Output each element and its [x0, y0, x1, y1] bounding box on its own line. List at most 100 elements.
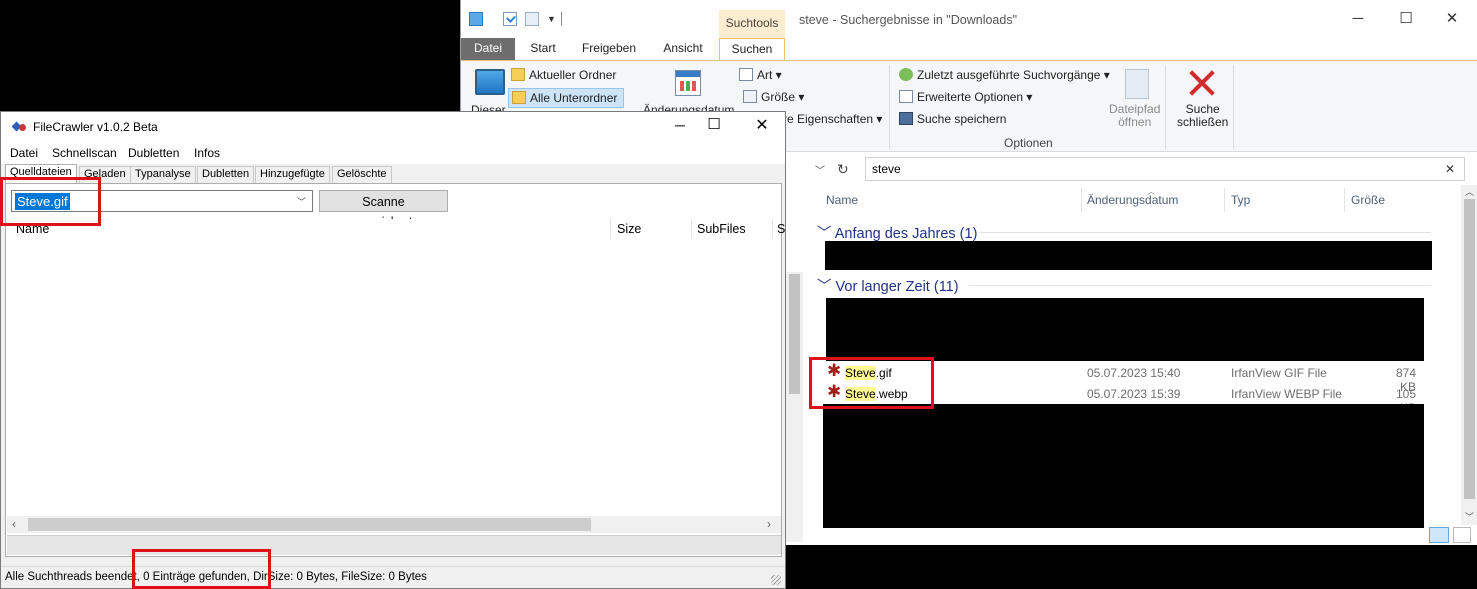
chevron-down-icon[interactable]: ﹀: [297, 195, 306, 208]
art-button[interactable]: Art ▾: [739, 68, 782, 82]
quick-access-dropdown-icon[interactable]: ▼: [547, 14, 556, 24]
open-file-location-icon: [1125, 69, 1149, 99]
large-icons-view-icon[interactable]: [1453, 527, 1471, 543]
maximize-button[interactable]: ☐: [1383, 8, 1429, 32]
scroll-right-icon[interactable]: ›: [767, 517, 771, 531]
column-header-size[interactable]: Size: [617, 222, 641, 236]
tab-geloeschte[interactable]: Gelöschte: [332, 166, 392, 183]
suche-speichern-label: Suche speichern: [917, 112, 1007, 126]
dateipfad-line2: öffnen: [1118, 115, 1152, 129]
scrollbar-thumb: [789, 274, 800, 394]
quelldateien-panel: Steve.gif ﹀ Scanne gespeicherte Name Siz…: [5, 183, 785, 557]
clear-search-icon[interactable]: ✕: [1445, 162, 1455, 176]
column-divider[interactable]: [772, 219, 773, 239]
alle-unterordner-button[interactable]: Alle Unterordner: [508, 88, 625, 108]
column-header-subfiles[interactable]: SubFiles: [697, 222, 746, 236]
column-divider[interactable]: [1081, 188, 1082, 212]
folder-icon: [511, 68, 525, 81]
annotation-box-files: [809, 357, 934, 409]
group-label: Vor langer Zeit (11): [835, 279, 959, 295]
background-scrollbar: [786, 272, 803, 542]
column-header-size[interactable]: Größe: [1351, 193, 1385, 207]
lower-panel-strip: [7, 535, 781, 555]
suche-schliessen-button[interactable]: Suche schließen: [1177, 103, 1228, 129]
new-folder-icon[interactable]: [525, 12, 539, 26]
filecrawler-app-icon: [13, 121, 27, 132]
erweiterte-optionen-button[interactable]: Erweiterte Optionen ▾: [899, 90, 1032, 104]
properties-icon[interactable]: [503, 12, 517, 26]
tab-suchen[interactable]: Suchen: [719, 38, 785, 61]
tab-datei[interactable]: Datei: [461, 38, 515, 60]
tab-freigeben[interactable]: Freigeben: [577, 38, 641, 60]
column-divider[interactable]: [1344, 188, 1345, 212]
tab-dubletten[interactable]: Dubletten: [197, 166, 255, 183]
alle-unterordner-label: Alle Unterordner: [530, 91, 618, 105]
suche-line2: schließen: [1177, 115, 1229, 129]
file-type: IrfanView GIF File: [1231, 366, 1327, 380]
suche-speichern-button[interactable]: Suche speichern: [899, 112, 1006, 126]
zuletzt-button[interactable]: Zuletzt ausgeführte Suchvorgänge ▾: [899, 68, 1110, 82]
zuletzt-label: Zuletzt ausgeführte Suchvorgänge: [917, 68, 1101, 82]
groesse-button[interactable]: Größe ▾: [743, 90, 804, 104]
tab-ansicht[interactable]: Ansicht: [657, 38, 709, 60]
explorer-titlebar: ▼ Suchtools steve - Suchergebnisse in "D…: [461, 0, 1477, 38]
close-search-icon[interactable]: [1188, 69, 1216, 97]
resize-grip-icon[interactable]: [771, 575, 781, 585]
maximize-button[interactable]: ☐: [699, 115, 729, 133]
tab-hinzugefuegte[interactable]: Hinzugefügte: [255, 166, 330, 183]
vertical-scrollbar[interactable]: ︿ ﹀: [1461, 185, 1477, 525]
folder-icon[interactable]: [469, 12, 483, 26]
tab-start[interactable]: Start: [519, 38, 567, 60]
group-header-vor-langer-zeit[interactable]: ﹀ Vor langer Zeit (11): [817, 275, 959, 296]
group-header-anfang[interactable]: ﹀ Anfang des Jahres (1): [817, 222, 977, 243]
groesse-label: Größe: [761, 90, 796, 104]
close-button[interactable]: ✕: [1429, 8, 1475, 32]
redacted-block: [825, 241, 1432, 270]
refresh-icon[interactable]: ↻: [837, 161, 849, 178]
column-divider[interactable]: [610, 219, 611, 239]
column-divider[interactable]: [1224, 188, 1225, 212]
menu-schnellscan[interactable]: Schnellscan: [52, 146, 117, 160]
details-view-icon[interactable]: [1429, 527, 1449, 543]
column-header-type[interactable]: Typ: [1231, 193, 1250, 207]
scrollbar-thumb[interactable]: [28, 518, 591, 531]
column-header-truncated[interactable]: S: [777, 222, 785, 236]
aktueller-ordner-button[interactable]: Aktueller Ordner: [511, 68, 616, 82]
search-input[interactable]: [865, 157, 1465, 181]
minimize-button[interactable]: ─: [1335, 8, 1381, 32]
ribbon-separator: [1165, 65, 1166, 149]
weitere-eigenschaften-button[interactable]: re Eigenschaften ▾: [783, 112, 882, 126]
dateipfad-oeffnen-button[interactable]: Dateipfad öffnen: [1109, 103, 1160, 129]
menubar: Datei Schnellscan Dubletten Infos: [1, 142, 785, 164]
recent-searches-icon: [899, 68, 913, 81]
computer-icon[interactable]: [475, 69, 505, 95]
redacted-block: [823, 404, 1424, 528]
horizontal-scrollbar[interactable]: ‹ ›: [7, 516, 781, 533]
minimize-button[interactable]: ─: [657, 117, 703, 133]
menu-datei[interactable]: Datei: [10, 146, 38, 160]
tab-typanalyse[interactable]: Typanalyse: [130, 166, 196, 183]
ribbon-tabs: Datei Start Freigeben Ansicht Suchen ︿ ?: [461, 38, 1477, 96]
column-divider[interactable]: [691, 219, 692, 239]
calendar-icon[interactable]: [675, 70, 701, 96]
chevron-down-icon: ﹀: [817, 226, 832, 242]
scrollbar-thumb[interactable]: [1464, 199, 1475, 499]
scroll-down-icon[interactable]: ﹀: [1465, 510, 1474, 523]
scan-saved-button[interactable]: Scanne gespeicherte: [319, 190, 448, 229]
close-button[interactable]: ✕: [747, 115, 777, 135]
filecrawler-window-title: FileCrawler v1.0.2 Beta: [33, 120, 158, 134]
menu-infos[interactable]: Infos: [194, 146, 220, 160]
scroll-left-icon[interactable]: ‹: [12, 517, 16, 531]
chevron-down-icon: ﹀: [817, 279, 832, 295]
menu-dubletten[interactable]: Dubletten: [128, 146, 179, 160]
column-header-name[interactable]: Name: [826, 193, 858, 207]
column-header-date[interactable]: Änderungsdatum: [1087, 193, 1178, 207]
art-label: Art: [757, 68, 773, 82]
eigenschaften-label: re Eigenschaften: [783, 112, 874, 126]
size-icon: [743, 90, 757, 103]
group-divider: [979, 232, 1431, 233]
group-divider: [969, 285, 1431, 286]
address-dropdown-icon[interactable]: ﹀: [815, 162, 825, 177]
file-date: 05.07.2023 15:40: [1087, 366, 1181, 380]
scroll-up-icon[interactable]: ︿: [1465, 185, 1474, 198]
